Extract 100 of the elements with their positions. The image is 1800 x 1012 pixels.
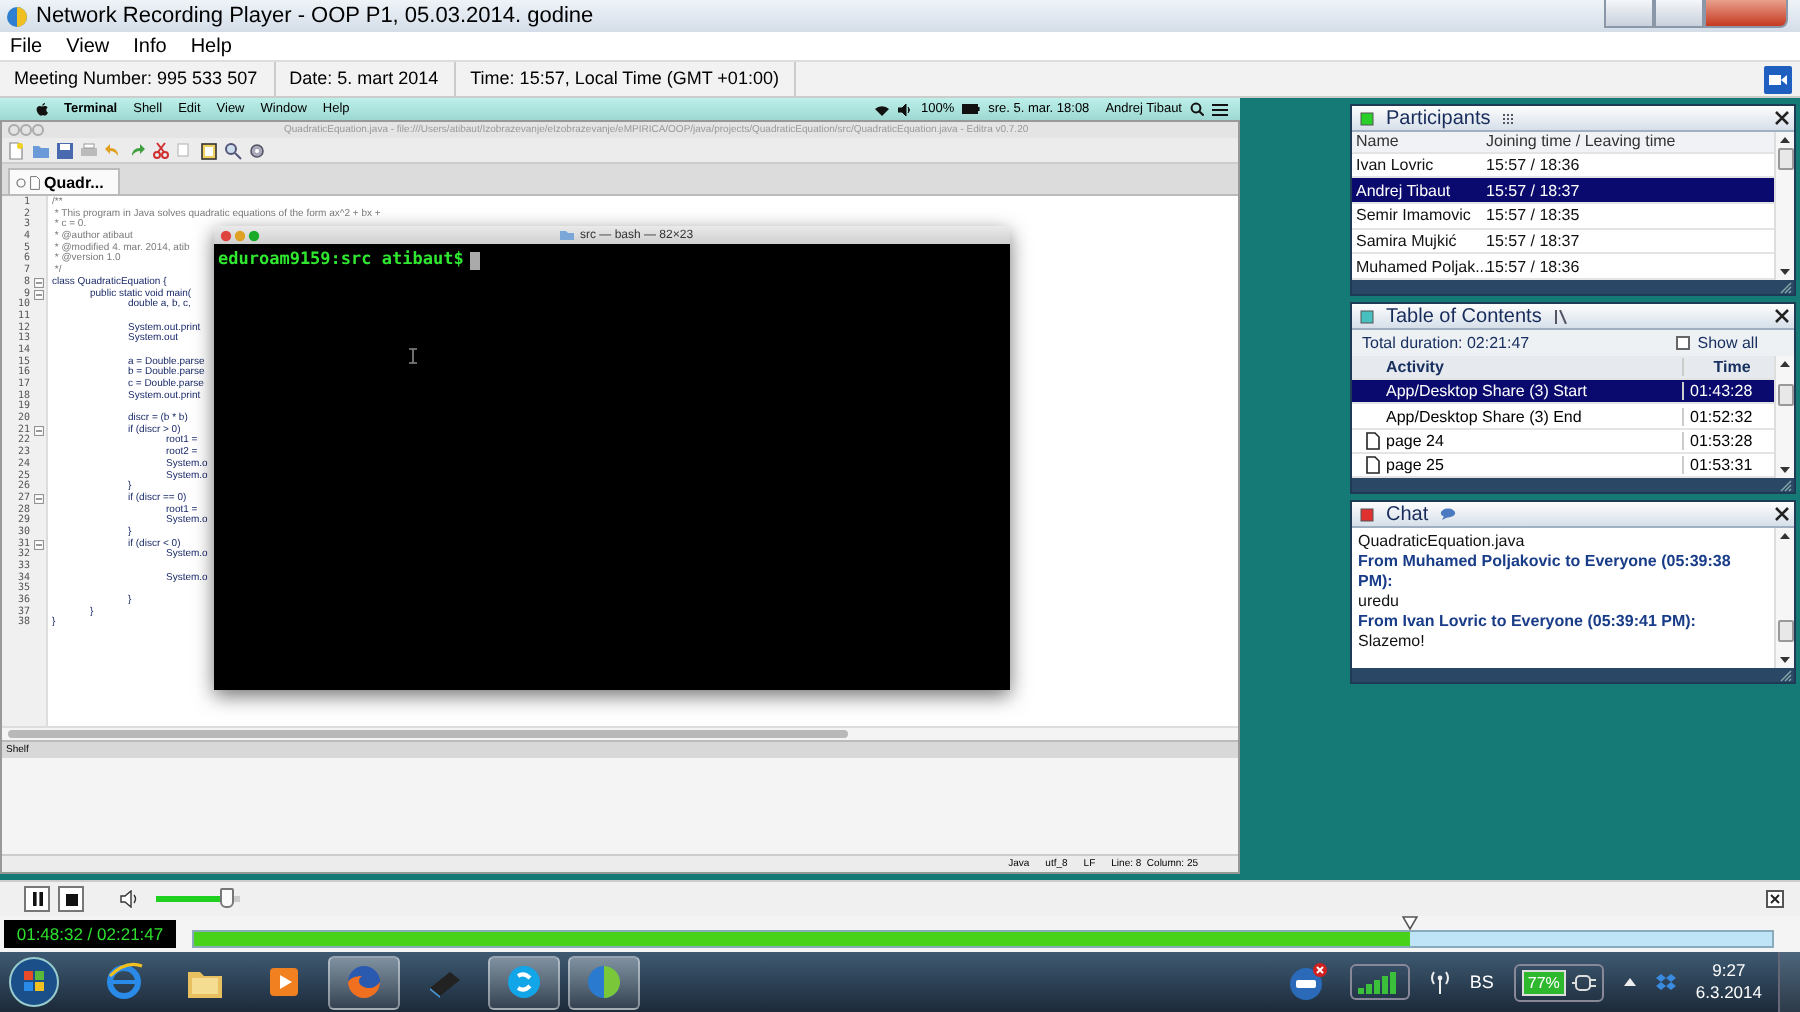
speech-bubble-icon[interactable] [1440,508,1457,520]
settings-icon[interactable] [248,141,266,159]
stop-button[interactable] [58,886,84,912]
participant-time: 15:57 / 18:37 [1486,232,1580,251]
save-icon[interactable] [56,141,74,159]
file-icon [30,175,40,189]
participant-row[interactable]: Samira Mujkić 15:57 / 18:37 [1352,229,1774,255]
close-icon[interactable] [1774,308,1790,324]
menu-item[interactable]: File [10,35,43,57]
message-sender: From Ivan Lovric to Everyone (05:39:41 PM): [1358,612,1698,632]
fox-browser-icon[interactable] [342,960,386,1004]
vertical-scrollbar[interactable] [1774,356,1794,478]
language-indicator[interactable]: BS [1469,972,1494,992]
bookmark-icon[interactable] [1553,309,1568,323]
redo-icon[interactable] [128,141,146,159]
text-cursor-icon [408,348,418,364]
resize-grip-icon[interactable] [1780,281,1792,293]
list-icon[interactable] [1212,103,1228,115]
fold-icon[interactable] [34,426,44,437]
chat-app-icon[interactable] [502,960,546,1004]
panel-title: Table of Contents [1386,305,1542,327]
participant-name: Muhamed Poljak... [1354,257,1486,276]
clipboard-icon[interactable] [200,141,218,159]
scissors-icon[interactable] [152,141,170,159]
pause-button[interactable] [24,886,50,912]
checkbox-label: Show all [1697,334,1758,352]
activity-name: page 24 [1386,431,1444,450]
fold-icon[interactable] [34,289,44,300]
down-arrow-icon[interactable] [1780,268,1790,276]
time-display: 01:48:32 / 02:21:47 [4,920,176,948]
message-sender: From Muhamed Poljakovic to Everyone (05:39:38 PM): [1358,552,1733,592]
horizontal-scrollbar[interactable] [2,726,1238,740]
toc-row[interactable]: page 24 01:53:28 [1352,429,1774,454]
participant-name: Ivan Lovric [1354,156,1436,175]
up-arrow-icon[interactable] [1780,360,1790,368]
participant-row[interactable]: Semir Imamovic 15:57 / 18:35 [1352,204,1774,230]
maximize-button[interactable] [1654,0,1704,28]
clock[interactable]: 9:27 6.3.2014 [1695,960,1762,1004]
vertical-scrollbar[interactable] [1774,528,1794,668]
file-tab[interactable]: Quadr... [8,168,120,194]
window-title: Network Recording Player - OOP P1, 05.03.2014. godine [36,4,594,28]
resize-grip-icon[interactable] [1780,669,1792,681]
box-icon[interactable] [1655,973,1676,991]
scrollbar-thumb[interactable] [1777,384,1793,406]
scrollbar-thumb[interactable] [8,730,848,738]
start-button-icon[interactable] [8,956,60,1008]
globe-icon[interactable] [582,960,626,1004]
resize-grip-icon[interactable] [1780,479,1792,491]
antenna-icon[interactable] [1429,970,1450,994]
participant-row[interactable]: Andrej Tibaut 15:57 / 18:37 [1352,178,1774,205]
volume-icon[interactable] [898,103,913,115]
up-arrow-icon[interactable] [1780,532,1790,540]
speaker-icon[interactable] [120,890,140,908]
status-square-icon [1360,111,1374,125]
info-text: Time: 15:57, Local Time (GMT +01:00) [456,62,797,96]
slider-thumb[interactable] [219,888,234,908]
fold-icon[interactable] [34,494,44,505]
terminal-prompt: eduroam9159:src atibaut$ [218,250,464,270]
menu-item[interactable]: Help [190,35,232,57]
close-icon[interactable] [1774,506,1790,522]
signal-bars-icon[interactable] [1349,964,1410,1000]
checkbox[interactable] [1675,336,1690,350]
close-icon[interactable] [1774,110,1790,126]
panel-title: Participants [1386,107,1491,129]
column-header: Name [1354,132,1401,151]
search-icon[interactable] [1190,102,1204,116]
battery-icon [962,104,981,114]
activity-name: App/Desktop Share (3) End [1386,407,1582,425]
close-icon[interactable] [1766,890,1784,908]
column-header: Joining time / Leaving time [1486,132,1676,151]
wifi-icon[interactable] [874,103,891,115]
panel-title: Chat [1386,503,1429,525]
minimize-button[interactable] [1604,0,1654,28]
participant-name: Andrej Tibaut [1354,181,1453,200]
info-text: Date: 5. mart 2014 [275,62,457,96]
traffic-lights-icon[interactable] [220,229,260,241]
up-arrow-icon[interactable] [1623,978,1636,986]
status-square-icon [1360,507,1374,521]
message-text: QuadraticEquation.java [1358,532,1527,552]
scrollbar-thumb[interactable] [1777,148,1793,170]
search-icon[interactable] [224,141,242,159]
fold-icon[interactable] [34,539,44,550]
browser-icon[interactable] [102,960,146,1004]
cursor-block [469,251,480,269]
up-arrow-icon[interactable] [1780,136,1790,144]
window-buttons-icon [8,124,44,136]
video-camera-icon[interactable] [1764,65,1792,93]
participant-name: Samira Mujkić [1354,232,1459,251]
status-square-icon [1360,309,1374,323]
toc-row[interactable]: App/Desktop Share (3) End 01:52:32 [1352,404,1774,430]
down-arrow-icon[interactable] [1780,466,1790,474]
toc-row[interactable]: App/Desktop Share (3) Start 01:43:28 [1352,380,1774,405]
down-arrow-icon[interactable] [1780,656,1790,664]
menu-item[interactable]: Info [133,35,167,57]
scrollbar-thumb[interactable] [1777,620,1793,642]
tab-label: Quadr... [44,173,104,191]
menu-item[interactable]: View [66,35,110,57]
grip-icon[interactable] [1502,113,1517,123]
vertical-scrollbar[interactable] [1774,132,1794,280]
fold-icon[interactable] [34,278,44,289]
